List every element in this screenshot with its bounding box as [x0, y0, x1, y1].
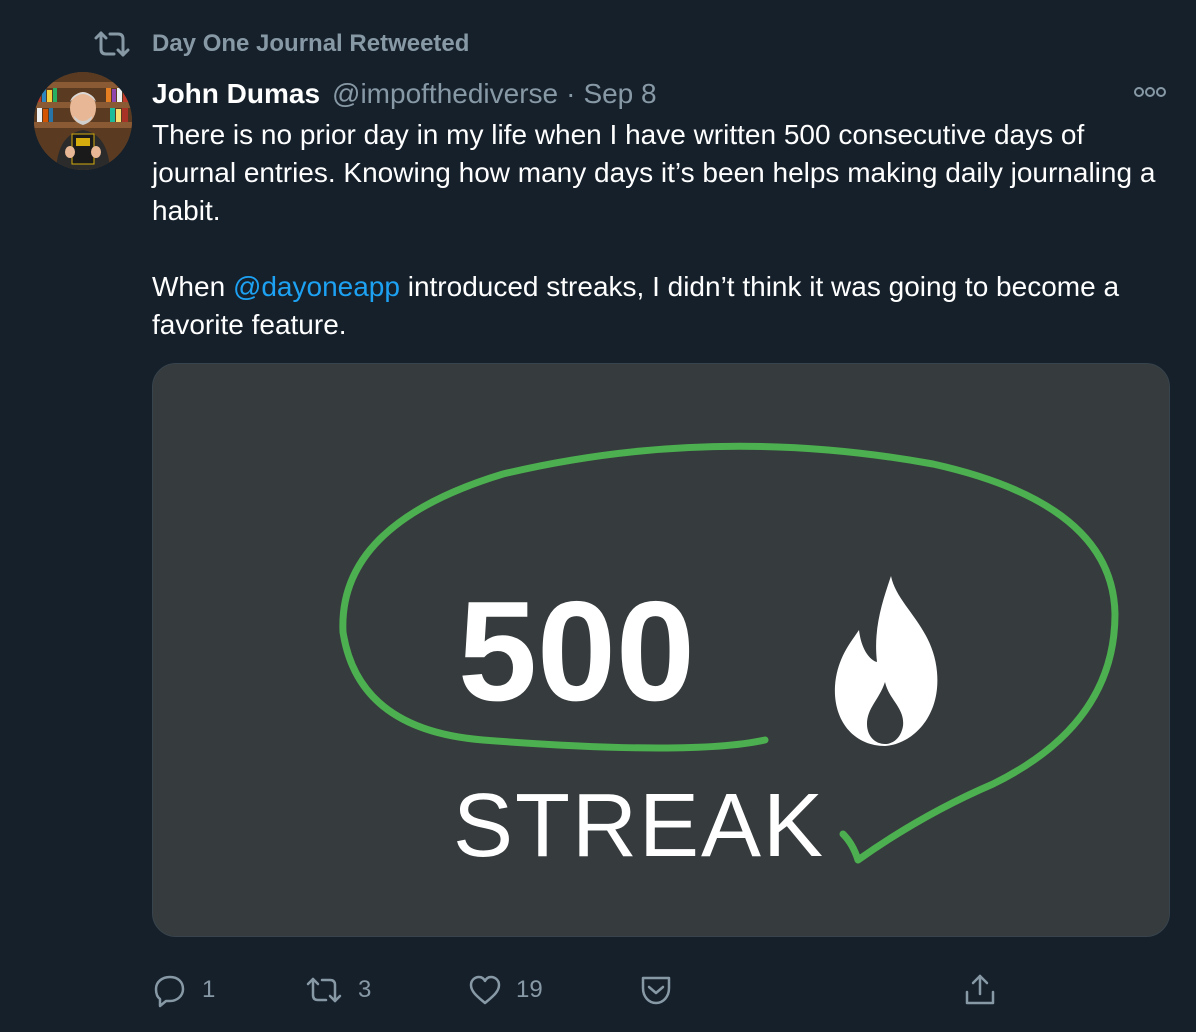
tweet-text: There is no prior day in my life when I … — [152, 116, 1162, 344]
streak-label: STREAK — [453, 776, 825, 876]
share-icon — [965, 974, 995, 1005]
retweet-banner[interactable]: Day One Journal Retweeted — [92, 28, 469, 60]
retweet-icon — [306, 977, 342, 1003]
pocket-icon — [641, 976, 671, 1005]
tweet-paragraph-1: There is no prior day in my life when I … — [152, 119, 1156, 226]
text-before-mention: When — [152, 271, 233, 302]
author-name[interactable]: John Dumas — [152, 78, 320, 110]
save-to-pocket-button[interactable] — [638, 966, 674, 1014]
mention-link[interactable]: @dayoneapp — [233, 271, 400, 302]
like-button[interactable]: 19 — [468, 966, 543, 1014]
tweet-actions: 1 3 19 — [152, 966, 1168, 1014]
more-options-button[interactable] — [1130, 80, 1170, 104]
retweet-button[interactable]: 3 — [304, 966, 371, 1014]
reply-icon — [154, 975, 185, 1008]
avatar[interactable] — [34, 72, 132, 170]
retweet-icon — [92, 28, 132, 60]
tweet-header: John Dumas @impofthediverse · Sep 8 — [152, 74, 657, 114]
reply-count: 1 — [202, 976, 216, 1003]
tweet[interactable]: Day One Journal Retweeted John Dumas @im… — [0, 0, 1196, 1032]
more-icon — [1134, 87, 1166, 97]
retweet-banner-label: Day One Journal Retweeted — [152, 30, 470, 57]
share-button[interactable] — [962, 966, 998, 1014]
tweet-media-image[interactable]: 500 STREAK — [152, 363, 1170, 937]
author-handle[interactable]: @impofthediverse — [332, 78, 558, 110]
streak-number: 500 — [458, 572, 695, 731]
like-count: 19 — [516, 976, 543, 1003]
separator-dot: · — [566, 78, 576, 109]
reply-button[interactable]: 1 — [152, 966, 215, 1014]
tweet-paragraph-2: When @dayoneapp introduced streaks, I di… — [152, 268, 1162, 344]
tweet-date[interactable]: Sep 8 — [583, 78, 656, 110]
retweet-count: 3 — [358, 976, 372, 1003]
heart-icon — [469, 975, 501, 1005]
